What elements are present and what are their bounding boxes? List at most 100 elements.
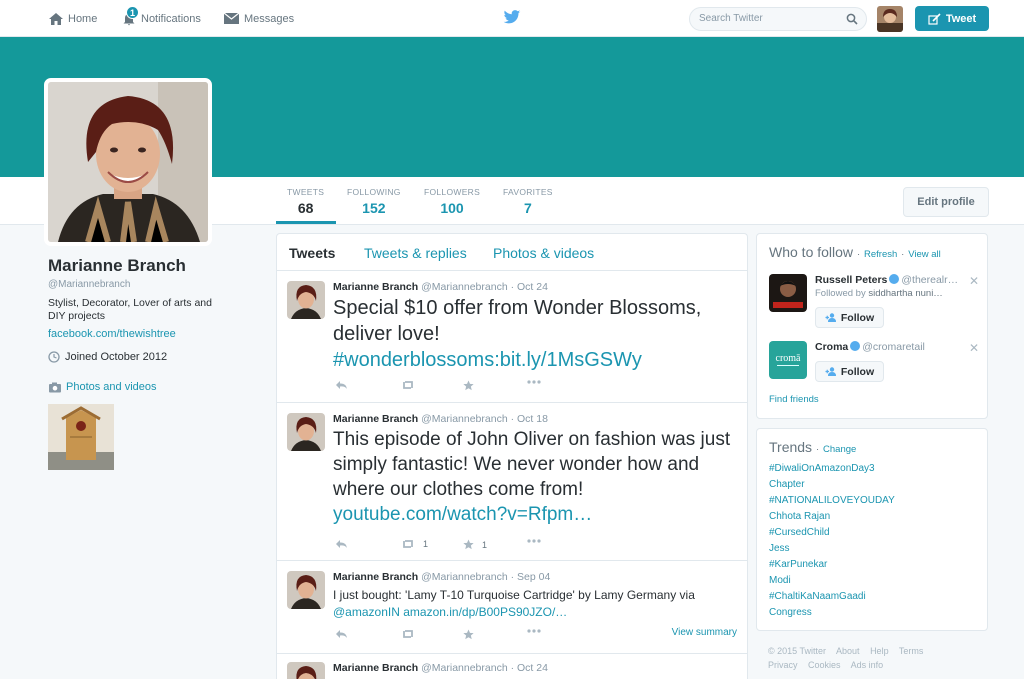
- suggested-user-handle[interactable]: @cromaretail: [862, 341, 925, 353]
- tweet-date[interactable]: Oct 24: [517, 662, 548, 674]
- top-nav-bar: Home 1 Notifications Messages Tweet: [0, 0, 1024, 37]
- dismiss-icon[interactable]: ✕: [969, 341, 979, 355]
- more-icon[interactable]: [527, 380, 541, 384]
- tweet-author-handle[interactable]: @Mariannebranch: [421, 413, 508, 425]
- followed-by-user[interactable]: siddhartha nuni…: [868, 288, 942, 299]
- tweet-author-name[interactable]: Marianne Branch: [333, 413, 418, 425]
- tweet-author-handle[interactable]: @Mariannebranch: [421, 662, 508, 674]
- retweet-button[interactable]: 1: [401, 539, 428, 549]
- footer-privacy-link[interactable]: Privacy: [768, 660, 798, 670]
- footer-help-link[interactable]: Help: [870, 646, 889, 656]
- photos-and-videos-link[interactable]: Photos and videos: [48, 381, 157, 393]
- find-friends-link[interactable]: Find friends: [769, 394, 819, 405]
- suggested-user-name[interactable]: Russell Peters: [815, 274, 887, 286]
- tweet-author-handle[interactable]: @Mariannebranch: [421, 571, 508, 583]
- tweet-author-handle[interactable]: @Mariannebranch: [421, 281, 508, 293]
- trend-item[interactable]: #DiwaliOnAmazonDay3: [769, 463, 875, 474]
- favorite-button[interactable]: 1: [463, 539, 487, 550]
- trend-item[interactable]: Chapter: [769, 479, 805, 490]
- trend-item[interactable]: #ChaltiKaNaamGaadi: [769, 591, 866, 602]
- view-all-link[interactable]: View all: [908, 249, 941, 260]
- nav-notifications[interactable]: 1 Notifications: [121, 0, 201, 37]
- suggested-user-name[interactable]: Croma: [815, 341, 848, 353]
- trend-item[interactable]: #NATIONALILOVEYOUDAY: [769, 495, 895, 506]
- envelope-icon: [223, 12, 240, 24]
- tweet-avatar[interactable]: [287, 662, 325, 679]
- footer-terms-link[interactable]: Terms: [899, 646, 924, 656]
- profile-website-link[interactable]: facebook.com/thewishtree: [48, 328, 176, 340]
- media-thumbnail[interactable]: [48, 404, 114, 470]
- follow-button[interactable]: Follow: [815, 307, 884, 328]
- tweet-link[interactable]: youtube.com/watch?v=Rfpm…: [333, 504, 592, 525]
- suggested-user-avatar[interactable]: [769, 274, 807, 312]
- reply-icon[interactable]: [335, 629, 348, 639]
- tab-tweets[interactable]: Tweets: [289, 245, 335, 261]
- view-summary-link[interactable]: View summary: [672, 627, 737, 638]
- add-user-icon: [825, 313, 836, 322]
- tweet-date[interactable]: Oct 18: [517, 413, 548, 425]
- search-box[interactable]: [689, 7, 867, 31]
- stat-tweets[interactable]: TWEETS 68: [287, 187, 324, 216]
- tweet-author-name[interactable]: Marianne Branch: [333, 662, 418, 674]
- favorite-icon[interactable]: [463, 380, 474, 391]
- trend-item[interactable]: Modi: [769, 575, 791, 586]
- tweet-mention[interactable]: @amazonIN: [333, 605, 400, 619]
- tweet-hashtag[interactable]: #wonderblossoms: [333, 349, 494, 371]
- tweet-item[interactable]: Marianne Branch @Mariannebranch · Oct 24…: [277, 271, 747, 403]
- footer-cookies-link[interactable]: Cookies: [808, 660, 841, 670]
- follow-label: Follow: [840, 311, 875, 324]
- retweet-icon: [403, 540, 413, 548]
- search-icon[interactable]: [846, 13, 858, 25]
- joined-label: Joined October 2012: [65, 351, 168, 363]
- stat-followers[interactable]: FOLLOWERS 100: [424, 187, 480, 216]
- twitter-bird-icon[interactable]: [503, 10, 521, 25]
- compose-tweet-button[interactable]: Tweet: [915, 6, 989, 31]
- refresh-link[interactable]: Refresh: [864, 249, 897, 260]
- profile-photo[interactable]: [44, 78, 212, 246]
- tweet-link[interactable]: amazon.in/dp/B00PS90JZO/…: [403, 605, 567, 619]
- stat-favorites[interactable]: FAVORITES 7: [503, 187, 553, 216]
- edit-profile-button[interactable]: Edit profile: [903, 187, 989, 217]
- tweet-author-name[interactable]: Marianne Branch: [333, 281, 418, 293]
- retweet-icon[interactable]: [401, 380, 415, 390]
- tweet-avatar[interactable]: [287, 571, 325, 609]
- footer-about-link[interactable]: About: [836, 646, 860, 656]
- tweet-date[interactable]: Oct 24: [517, 281, 548, 293]
- suggested-user-handle[interactable]: @therealr…: [901, 274, 958, 286]
- tweet-avatar[interactable]: [287, 413, 325, 451]
- suggested-user-avatar[interactable]: cromā: [769, 341, 807, 379]
- reply-icon[interactable]: [335, 380, 348, 390]
- search-input[interactable]: [699, 13, 839, 24]
- tweet-date[interactable]: Sep 04: [517, 571, 550, 583]
- tab-photos-videos[interactable]: Photos & videos: [493, 245, 594, 261]
- trend-item[interactable]: #CursedChild: [769, 527, 830, 538]
- account-avatar[interactable]: [877, 6, 903, 32]
- dismiss-icon[interactable]: ✕: [969, 274, 979, 288]
- tweet-item[interactable]: Marianne Branch @Mariannebranch · Oct 24: [277, 654, 747, 679]
- stat-following[interactable]: FOLLOWING 152: [347, 187, 401, 216]
- stat-label: TWEETS: [287, 187, 325, 197]
- tweet-avatar[interactable]: [287, 281, 325, 319]
- tab-tweets-replies[interactable]: Tweets & replies: [364, 245, 467, 261]
- compose-icon: [928, 12, 941, 25]
- more-icon[interactable]: [527, 629, 541, 633]
- tweet-item[interactable]: Marianne Branch @Mariannebranch · Sep 04…: [277, 561, 747, 654]
- favorite-icon[interactable]: [463, 629, 474, 640]
- change-trends-link[interactable]: Change: [823, 444, 856, 455]
- tweet-item[interactable]: Marianne Branch @Mariannebranch · Oct 18…: [277, 403, 747, 561]
- reply-icon[interactable]: [335, 539, 348, 549]
- tweet-author-name[interactable]: Marianne Branch: [333, 571, 418, 583]
- follow-button[interactable]: Follow: [815, 361, 884, 382]
- trend-item[interactable]: #KarPunekar: [769, 559, 827, 570]
- trend-item[interactable]: Jess: [769, 543, 790, 554]
- footer-ads-info-link[interactable]: Ads info: [851, 660, 884, 670]
- trend-item[interactable]: Congress: [769, 607, 812, 618]
- more-icon[interactable]: [527, 539, 541, 543]
- who-to-follow-card: Who to follow · Refresh · View all Russe…: [756, 233, 988, 419]
- retweet-icon[interactable]: [401, 629, 415, 639]
- tweet-link[interactable]: bit.ly/1MsGSWy: [500, 349, 642, 371]
- nav-home[interactable]: Home: [48, 0, 97, 37]
- nav-messages[interactable]: Messages: [223, 0, 294, 37]
- trend-item[interactable]: Chhota Rajan: [769, 511, 830, 522]
- profile-handle[interactable]: @Mariannebranch: [48, 279, 130, 290]
